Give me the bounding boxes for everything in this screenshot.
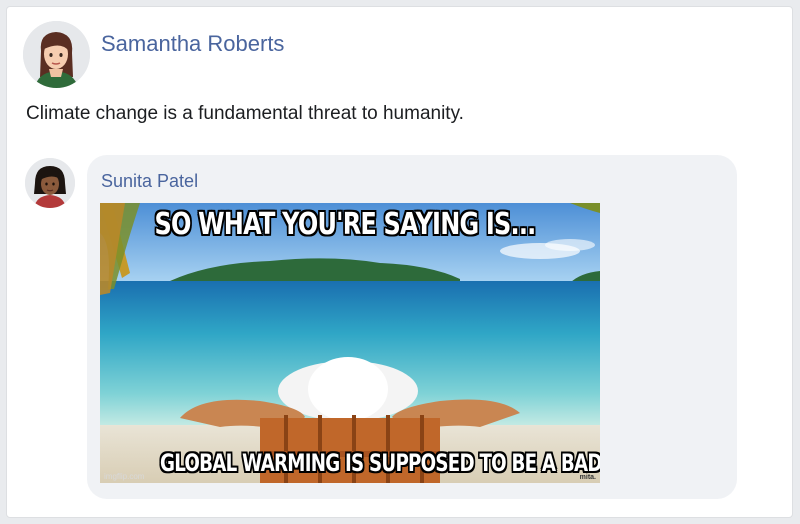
author-avatar[interactable]	[23, 21, 90, 88]
post-text: Climate change is a fundamental threat t…	[26, 103, 464, 124]
corner-watermark: mita.	[579, 474, 596, 481]
reply-author-name[interactable]: Sunita Patel	[101, 171, 198, 192]
post-card: Samantha Roberts Climate change is a fun…	[6, 6, 793, 518]
author-name[interactable]: Samantha Roberts	[101, 31, 284, 57]
meme-image[interactable]: SO WHAT YOU'RE SAYING IS... GLOBAL WARMI…	[100, 203, 600, 483]
reply-comment-bubble: Sunita Patel SO WHAT YOU'RE SAYING IS...…	[87, 155, 737, 499]
meme-top-caption: SO WHAT YOU'RE SAYING IS...	[154, 207, 536, 242]
imgflip-watermark: imgflip.com	[104, 472, 145, 481]
reply-author-avatar[interactable]	[25, 158, 75, 208]
beach-scene-image	[100, 203, 600, 483]
woman-avatar-icon	[25, 158, 75, 208]
woman-avatar-icon	[23, 21, 90, 88]
meme-bottom-caption: GLOBAL WARMING IS SUPPOSED TO BE A BAD T…	[160, 449, 600, 477]
